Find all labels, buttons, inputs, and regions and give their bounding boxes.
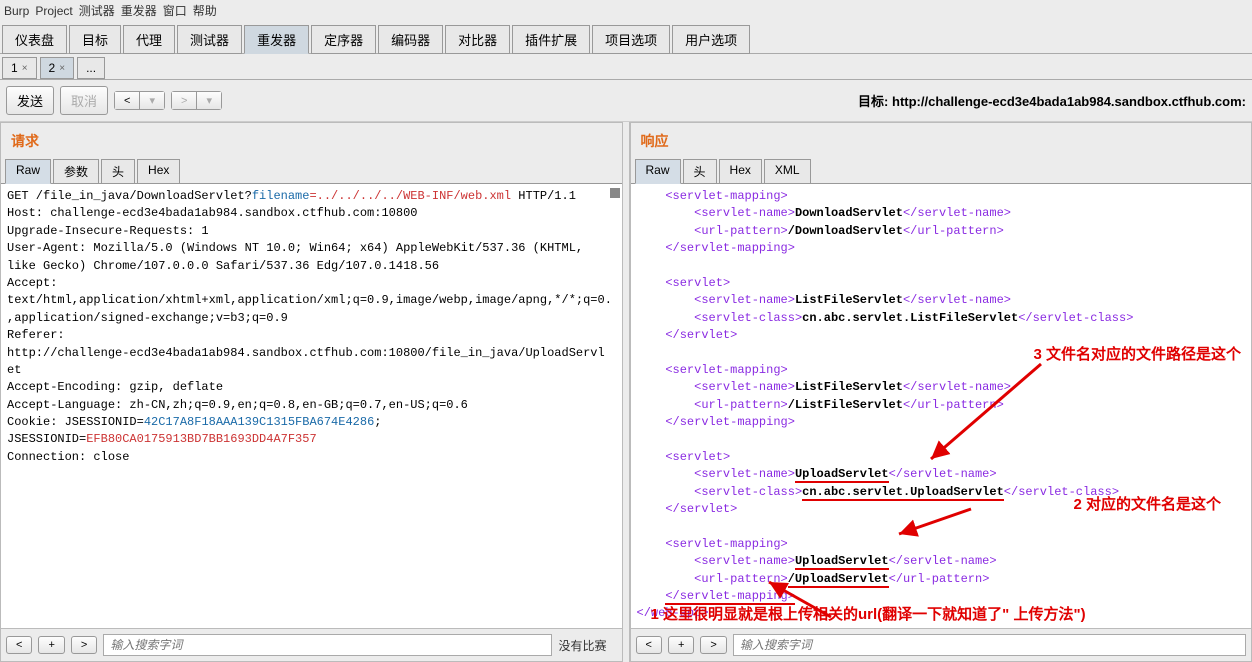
request-tab-Raw[interactable]: Raw (5, 159, 51, 184)
search-add-button[interactable]: + (38, 636, 64, 654)
request-footer: < + > 没有比赛 (1, 628, 622, 661)
pane-divider[interactable] (622, 122, 630, 662)
response-footer: < + > (631, 628, 1252, 661)
xml-line (637, 431, 1246, 448)
xml-line: <servlet-mapping> (637, 362, 1246, 379)
xml-line: <servlet-class>cn.abc.servlet.ListFileSe… (637, 310, 1246, 327)
top-tab-对比器[interactable]: 对比器 (445, 25, 510, 54)
search-add-button[interactable]: + (668, 636, 694, 654)
menu-item[interactable]: Project (35, 4, 72, 18)
close-icon[interactable]: × (22, 63, 28, 74)
response-tab-头[interactable]: 头 (683, 159, 717, 184)
xml-line (637, 345, 1246, 362)
request-title: 请求 (1, 123, 622, 155)
xml-line: <url-pattern>/ListFileServlet</url-patte… (637, 397, 1246, 414)
xml-line: <servlet-class>cn.abc.servlet.UploadServ… (637, 484, 1246, 501)
top-tab-项目选项[interactable]: 项目选项 (592, 25, 670, 54)
search-next-button[interactable]: > (71, 636, 97, 654)
top-tab-定序器[interactable]: 定序器 (311, 25, 376, 54)
top-tabs: 仪表盘目标代理测试器重发器定序器编码器对比器插件扩展项目选项用户选项 (0, 21, 1252, 54)
request-search-status: 没有比赛 (558, 637, 606, 654)
xml-line: </servlet-mapping> (637, 240, 1246, 257)
nav-back-button[interactable]: < (115, 92, 140, 109)
xml-line: </servlet-mapping> (637, 414, 1246, 431)
top-tab-目标[interactable]: 目标 (69, 25, 121, 54)
xml-line: <servlet-name>ListFileServlet</servlet-n… (637, 379, 1246, 396)
xml-line: </servlet-mapping> (637, 588, 1246, 605)
request-body[interactable]: GET /file_in_java/DownloadServlet?filena… (1, 184, 622, 628)
xml-line: </servlet> (637, 501, 1246, 518)
xml-line: <servlet-name>ListFileServlet</servlet-n… (637, 292, 1246, 309)
search-prev-button[interactable]: < (636, 636, 662, 654)
xml-line: <servlet> (637, 275, 1246, 292)
menu-bar: Burp Project 测试器重发器窗口帮助 (0, 0, 1252, 21)
top-tab-用户选项[interactable]: 用户选项 (672, 25, 750, 54)
menu-item[interactable]: 测试器 (79, 4, 115, 18)
top-tab-代理[interactable]: 代理 (123, 25, 175, 54)
xml-line: <servlet> (637, 449, 1246, 466)
request-search-input[interactable] (103, 634, 552, 656)
xml-line (637, 258, 1246, 275)
request-pane: 请求 Raw参数头Hex GET /file_in_java/DownloadS… (0, 122, 622, 662)
top-tab-测试器[interactable]: 测试器 (177, 25, 242, 54)
sub-tabs: 1×2×... (0, 54, 1252, 80)
nav-fwd-button[interactable]: > (172, 92, 197, 109)
response-search-input[interactable] (733, 634, 1246, 656)
search-prev-button[interactable]: < (6, 636, 32, 654)
xml-line: <url-pattern>/DownloadServlet</url-patte… (637, 223, 1246, 240)
request-tab-头[interactable]: 头 (101, 159, 135, 184)
target-label: 目标: http://challenge-ecd3e4bada1ab984.sa… (858, 91, 1246, 110)
top-tab-插件扩展[interactable]: 插件扩展 (512, 25, 590, 54)
action-bar: 发送 取消 < ▾ > ▾ 目标: http://challenge-ecd3e… (0, 80, 1252, 122)
xml-line: <servlet-name>UploadServlet</servlet-nam… (637, 466, 1246, 483)
menu-item[interactable]: 帮助 (193, 4, 217, 18)
xml-line: <servlet-mapping> (637, 536, 1246, 553)
request-tab-Hex[interactable]: Hex (137, 159, 180, 184)
sub-tab[interactable]: 1× (2, 57, 37, 79)
xml-line: <servlet-mapping> (637, 188, 1246, 205)
nav-fwd-dropdown[interactable]: ▾ (197, 92, 221, 109)
sub-tab[interactable]: ... (77, 57, 105, 79)
response-body[interactable]: <servlet-mapping> <servlet-name>Download… (631, 184, 1252, 628)
send-button[interactable]: 发送 (6, 86, 54, 115)
top-tab-重发器[interactable]: 重发器 (244, 25, 309, 54)
xml-line: <servlet-name>UploadServlet</servlet-nam… (637, 553, 1246, 570)
request-tab-参数[interactable]: 参数 (53, 159, 99, 184)
sub-tab[interactable]: 2× (40, 57, 75, 79)
response-tabs: Raw头HexXML (631, 155, 1252, 184)
response-title: 响应 (631, 123, 1252, 155)
menu-item[interactable]: 窗口 (163, 4, 187, 18)
xml-line: <url-pattern>/UploadServlet</url-pattern… (637, 571, 1246, 588)
request-tabs: Raw参数头Hex (1, 155, 622, 184)
response-tab-Hex[interactable]: Hex (719, 159, 762, 184)
search-next-button[interactable]: > (700, 636, 726, 654)
xml-line: </servlet> (637, 327, 1246, 344)
response-tab-Raw[interactable]: Raw (635, 159, 681, 184)
xml-line: </web-app> (637, 605, 1246, 622)
response-tab-XML[interactable]: XML (764, 159, 811, 184)
top-tab-仪表盘[interactable]: 仪表盘 (2, 25, 67, 54)
scroll-indicator (610, 188, 620, 198)
menu-item[interactable]: Burp (4, 4, 29, 18)
menu-item[interactable]: 重发器 (121, 4, 157, 18)
nav-back-dropdown[interactable]: ▾ (140, 92, 164, 109)
cancel-button[interactable]: 取消 (60, 86, 108, 115)
xml-line (637, 518, 1246, 535)
top-tab-编码器[interactable]: 编码器 (378, 25, 443, 54)
xml-line: <servlet-name>DownloadServlet</servlet-n… (637, 205, 1246, 222)
response-pane: 响应 Raw头HexXML <servlet-mapping> <servlet… (630, 122, 1252, 662)
close-icon[interactable]: × (59, 63, 65, 74)
